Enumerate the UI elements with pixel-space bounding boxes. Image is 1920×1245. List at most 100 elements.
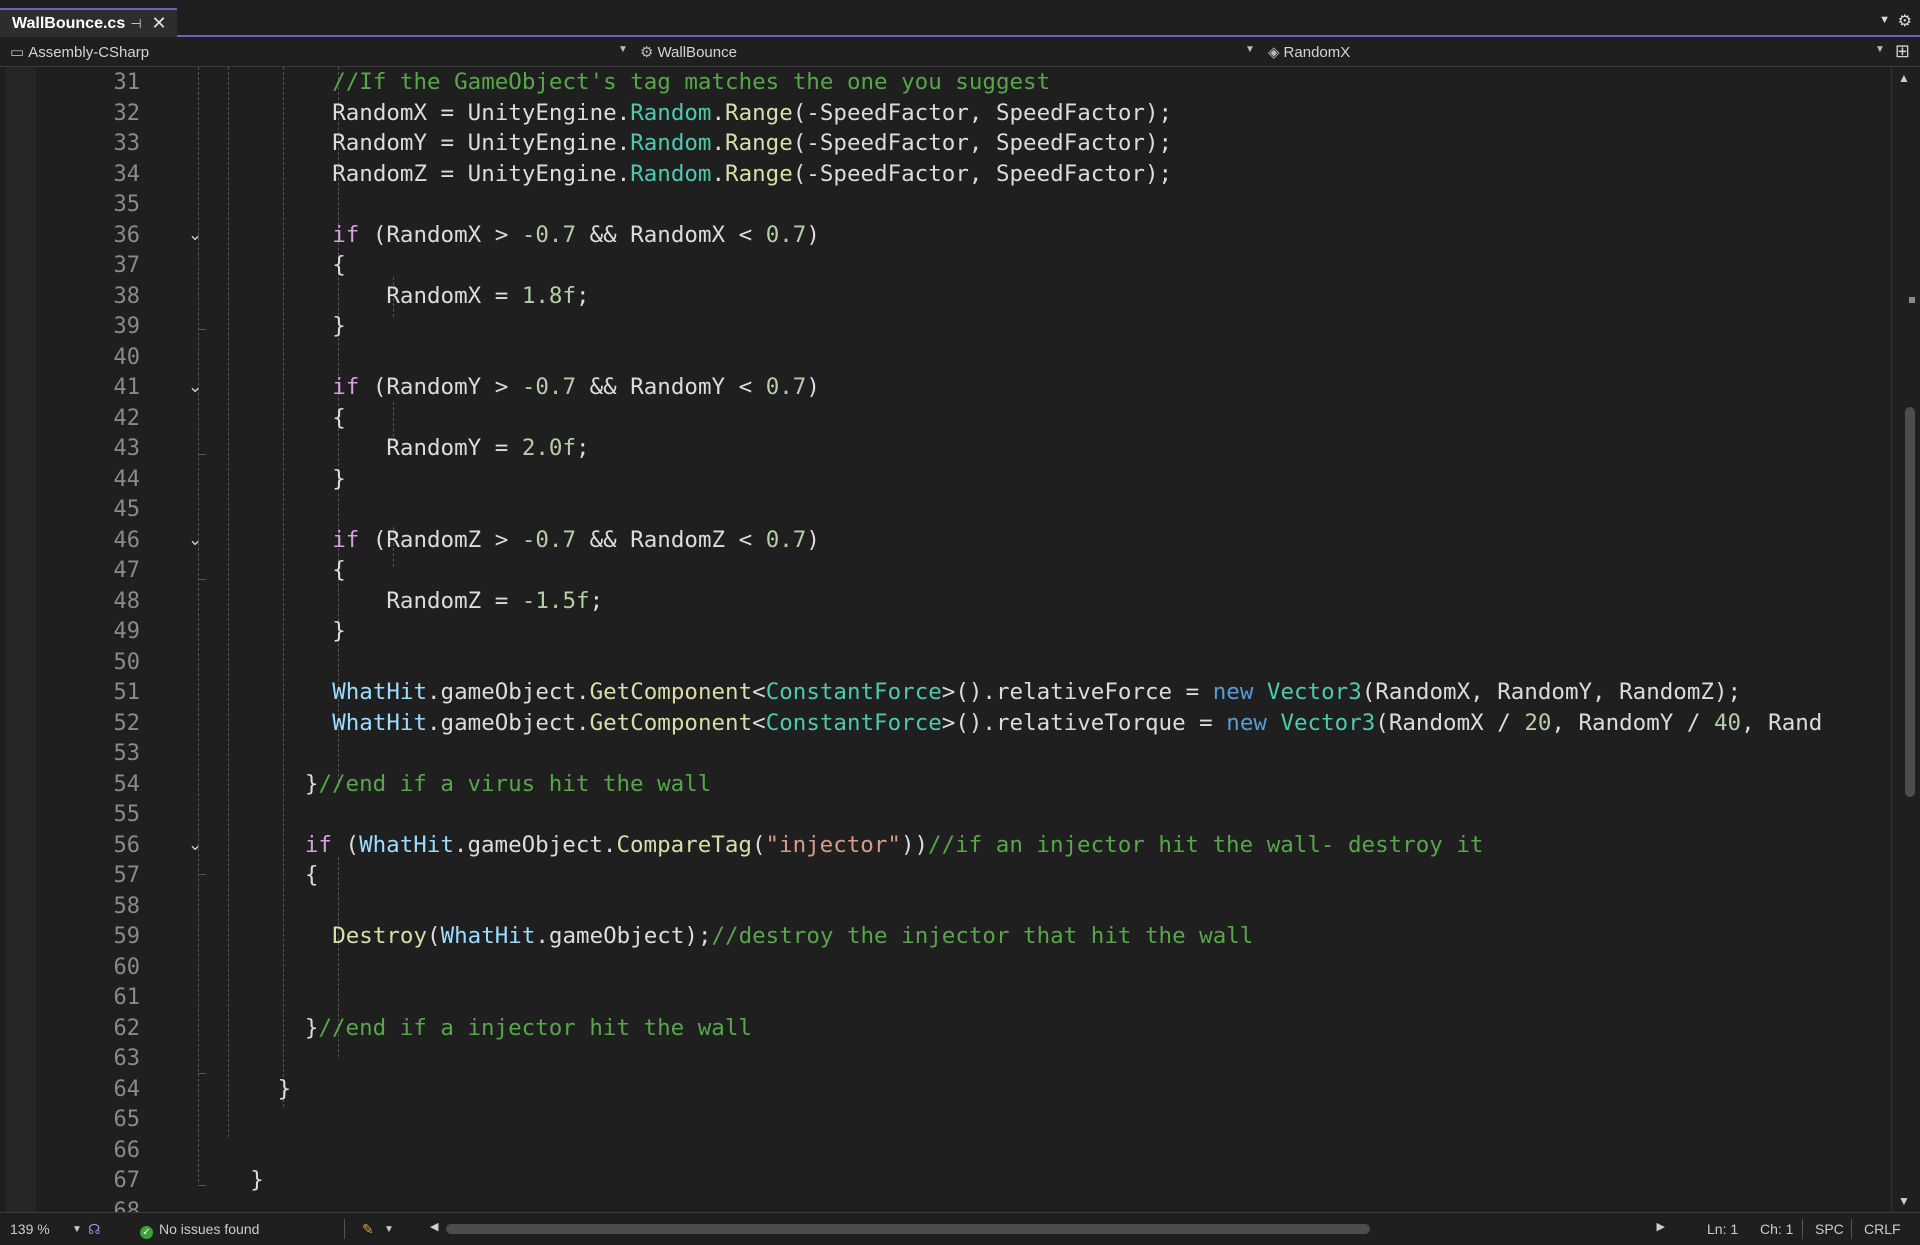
code-line[interactable]: 43 RandomY = 2.0f; bbox=[0, 433, 1888, 464]
member-dropdown[interactable]: ◈ RandomX ▼ bbox=[1268, 40, 1885, 64]
code-line[interactable]: 47 { bbox=[0, 555, 1888, 586]
code-line[interactable]: 59 Destroy(WhatHit.gameObject);//destroy … bbox=[0, 921, 1888, 952]
whitespace-mode[interactable]: SPC bbox=[1815, 1221, 1844, 1237]
code-token: . bbox=[711, 99, 726, 126]
code-token: RandomY = UnityEngine. bbox=[332, 130, 631, 156]
code-line[interactable]: 34 RandomZ = UnityEngine.Random.Range(-Sp… bbox=[0, 159, 1888, 190]
code-token: GetComponent bbox=[589, 679, 753, 705]
code-line[interactable]: 44} bbox=[0, 464, 1888, 495]
split-editor-icon[interactable]: ⊞ bbox=[1895, 41, 1910, 62]
code-token: } bbox=[332, 618, 346, 644]
zoom-level[interactable]: 139 % bbox=[10, 1221, 50, 1237]
horizontal-scrollbar[interactable]: ◀ ▶ bbox=[430, 1219, 1665, 1239]
code-token: (RandomX / bbox=[1375, 709, 1525, 736]
code-line[interactable]: 63 bbox=[0, 1043, 1888, 1074]
scroll-down-icon[interactable]: ▼ bbox=[1898, 1194, 1910, 1208]
code-line[interactable]: 62}//end if a injector hit the wall bbox=[0, 1013, 1888, 1044]
code-line[interactable]: 46 ⌄ if (RandomZ > -0.7 && RandomZ < 0.7) bbox=[0, 525, 1888, 556]
code-text: { bbox=[332, 403, 346, 434]
code-line[interactable]: 67} bbox=[0, 1165, 1888, 1196]
project-dropdown[interactable]: ▭ Assembly-CSharp ▼ bbox=[10, 40, 630, 64]
code-line[interactable]: 52 WhatHit.gameObject.GetComponent<Consta… bbox=[0, 708, 1888, 739]
code-line[interactable]: 50 bbox=[0, 647, 1888, 678]
line-number-label: 66 bbox=[113, 1137, 141, 1163]
line-number-label: 55 bbox=[113, 802, 141, 827]
code-token: ) bbox=[806, 526, 820, 553]
code-line[interactable]: 51 WhatHit.gameObject.GetComponent<Consta… bbox=[0, 677, 1888, 708]
code-line[interactable]: 54}//end if a virus hit the wall bbox=[0, 769, 1888, 800]
close-icon[interactable]: ✕ bbox=[148, 13, 170, 34]
code-token: , Rand bbox=[1741, 709, 1823, 736]
code-token: RandomX = UnityEngine. bbox=[332, 99, 631, 126]
line-number-label: 47 bbox=[113, 558, 141, 583]
code-line[interactable]: 57 { bbox=[0, 860, 1888, 891]
code-line[interactable]: 37 { bbox=[0, 250, 1888, 281]
code-line[interactable]: 64} bbox=[0, 1074, 1888, 1105]
gear-icon[interactable]: ⚙ bbox=[1898, 11, 1912, 31]
code-token: (RandomX, RandomY, RandomZ); bbox=[1361, 679, 1742, 705]
vertical-scroll-thumb[interactable] bbox=[1905, 407, 1915, 797]
line-number-label: 39 bbox=[113, 314, 141, 339]
code-line[interactable]: 39} bbox=[0, 311, 1888, 342]
code-token: .gameObject. bbox=[453, 831, 617, 858]
code-line[interactable]: 45 bbox=[0, 494, 1888, 525]
code-token: < bbox=[752, 709, 766, 736]
document-tab-bar: WallBounce.cs ⊣ ✕ ▼ ⚙ bbox=[0, 0, 1920, 37]
member-label: RandomX bbox=[1283, 43, 1351, 61]
collapse-chevron-icon[interactable]: ⌄ bbox=[188, 835, 202, 855]
code-line[interactable]: 49} bbox=[0, 616, 1888, 647]
scroll-left-icon[interactable]: ◀ bbox=[430, 1220, 438, 1233]
code-text: if (RandomY > -0.7 && RandomY < 0.7) bbox=[332, 372, 820, 403]
code-line[interactable]: 35 bbox=[0, 189, 1888, 220]
collapse-chevron-icon[interactable]: ⌄ bbox=[188, 530, 202, 550]
code-line[interactable]: 40 bbox=[0, 342, 1888, 373]
chevron-down-icon: ▼ bbox=[618, 44, 628, 55]
char-number[interactable]: Ch: 1 bbox=[1760, 1221, 1793, 1237]
code-line[interactable]: 48 RandomZ = -1.5f; bbox=[0, 586, 1888, 617]
code-line[interactable]: 41 ⌄ if (RandomY > -0.7 && RandomY < 0.7) bbox=[0, 372, 1888, 403]
line-ending[interactable]: CRLF bbox=[1864, 1221, 1901, 1237]
horizontal-scroll-thumb[interactable] bbox=[446, 1224, 1370, 1234]
class-label: WallBounce bbox=[657, 43, 737, 61]
code-editor[interactable]: 31 //If the GameObject's tag matches the … bbox=[0, 67, 1920, 1212]
code-line[interactable]: 68 bbox=[0, 1196, 1888, 1213]
line-number[interactable]: Ln: 1 bbox=[1707, 1221, 1738, 1237]
vertical-scrollbar[interactable]: ▲ ▼ bbox=[1891, 67, 1920, 1212]
code-cleanup-icon[interactable]: ✎ bbox=[362, 1221, 374, 1238]
code-line[interactable]: 31 //If the GameObject's tag matches the … bbox=[0, 67, 1888, 98]
zoom-dropdown-icon[interactable]: ▼ bbox=[72, 1224, 82, 1235]
line-number-label: 41 bbox=[113, 375, 141, 400]
code-text: RandomZ = UnityEngine.Random.Range(-Spee… bbox=[332, 159, 1172, 190]
code-line[interactable]: 66 bbox=[0, 1135, 1888, 1166]
code-line[interactable]: 65 bbox=[0, 1104, 1888, 1135]
code-line[interactable]: 61 bbox=[0, 982, 1888, 1013]
code-token: >().relativeForce = bbox=[941, 679, 1213, 705]
code-line[interactable]: 56 ⌄ if (WhatHit.gameObject.CompareTag("in… bbox=[0, 830, 1888, 861]
code-line[interactable]: 33 RandomY = UnityEngine.Random.Range(-Sp… bbox=[0, 128, 1888, 159]
code-line[interactable]: 58 bbox=[0, 891, 1888, 922]
tab-list-dropdown-icon[interactable]: ▼ bbox=[1879, 14, 1890, 26]
code-token: ( bbox=[427, 923, 441, 949]
scroll-right-icon[interactable]: ▶ bbox=[1657, 1220, 1665, 1233]
code-line[interactable]: 32 RandomX = UnityEngine.Random.Range(-Sp… bbox=[0, 98, 1888, 129]
tab-wallbounce[interactable]: WallBounce.cs ⊣ ✕ bbox=[0, 8, 177, 37]
pin-icon[interactable]: ⊣ bbox=[124, 16, 148, 32]
code-line[interactable]: 38 RandomX = 1.8f; bbox=[0, 281, 1888, 312]
code-line[interactable]: 53 bbox=[0, 738, 1888, 769]
code-token: if bbox=[332, 374, 360, 400]
code-line[interactable]: 42 { bbox=[0, 403, 1888, 434]
line-number-label: 34 bbox=[113, 161, 141, 187]
code-text: } bbox=[332, 311, 346, 342]
code-text: WhatHit.gameObject.GetComponent<Constant… bbox=[332, 708, 1822, 739]
code-line[interactable]: 55 bbox=[0, 799, 1888, 830]
collapse-chevron-icon[interactable]: ⌄ bbox=[188, 377, 202, 397]
scroll-up-icon[interactable]: ▲ bbox=[1898, 71, 1910, 85]
class-dropdown[interactable]: ⚙ WallBounce ▼ bbox=[640, 40, 1260, 64]
code-line[interactable]: 60 bbox=[0, 952, 1888, 983]
code-token: } bbox=[332, 465, 346, 492]
issues-indicator[interactable]: ✓ No issues found bbox=[140, 1221, 259, 1239]
code-line[interactable]: 36 ⌄ if (RandomX > -0.7 && RandomX < 0.7) bbox=[0, 220, 1888, 251]
copilot-icon[interactable]: ☊ bbox=[88, 1221, 100, 1238]
collapse-chevron-icon[interactable]: ⌄ bbox=[188, 225, 202, 245]
cleanup-dropdown-icon[interactable]: ▼ bbox=[384, 1224, 394, 1235]
